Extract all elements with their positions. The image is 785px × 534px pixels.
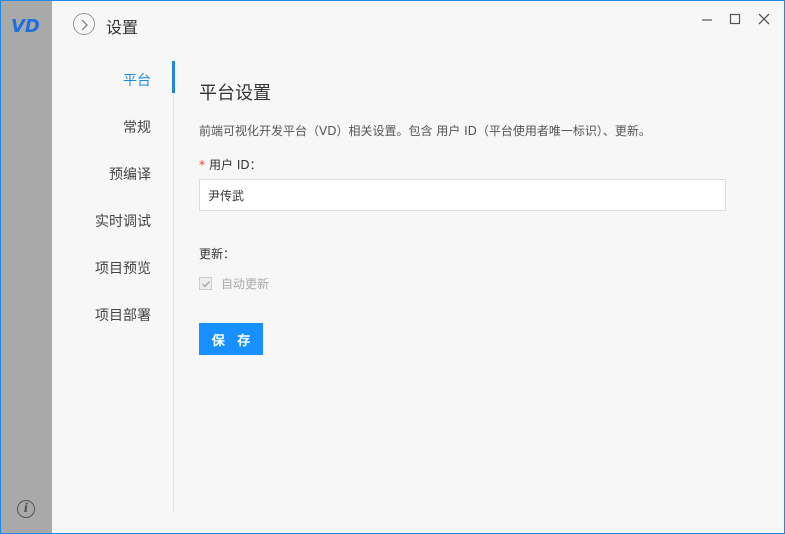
user-id-label: * 用户 ID： [199,156,262,173]
nav-item-live-debug[interactable]: 实时调试 [95,211,151,231]
close-icon[interactable] [756,11,772,27]
auto-update-label: 自动更新 [221,277,270,291]
minimize-icon[interactable] [699,11,715,27]
back-button[interactable] [73,13,95,35]
nav-item-project-deploy[interactable]: 项目部署 [95,305,151,325]
nav-item-precompile[interactable]: 预编译 [109,164,151,184]
nav-item-platform[interactable]: 平台 [123,70,151,90]
nav-item-general[interactable]: 常规 [123,117,151,137]
user-id-label-text: 用户 ID： [209,158,262,172]
info-icon[interactable]: i [17,500,35,518]
platform-settings-panel: 平台设置 前端可视化开发平台（VD）相关设置。包含 用户 ID（平台使用者唯一标… [199,79,759,355]
settings-nav: 平台 常规 预编译 实时调试 项目预览 项目部署 [52,61,175,513]
main-content: 设置 平台 常规 预编译 实时调试 项目预览 项目部署 平台设置 前端可视化开发… [52,1,784,533]
settings-window: VD i 设置 平台 常规 预编译 实时调试 项目预览 项目部署 平台设置 前端… [0,0,785,534]
save-button[interactable]: 保 存 [199,323,263,355]
auto-update-option[interactable]: 自动更新 [199,275,269,292]
nav-active-indicator [172,61,175,93]
checkmark-icon [202,281,211,288]
page-title: 设置 [106,18,139,37]
user-id-input[interactable] [199,179,726,211]
left-rail: VD i [1,1,52,533]
nav-item-project-preview[interactable]: 项目预览 [95,258,151,278]
auto-update-checkbox[interactable] [199,277,212,290]
svg-text:VD: VD [11,16,40,36]
panel-title: 平台设置 [199,83,271,104]
panel-description: 前端可视化开发平台（VD）相关设置。包含 用户 ID（平台使用者唯一标识）、更新… [199,124,651,138]
vd-logo: VD [11,16,40,36]
required-mark: * [199,158,205,172]
update-section-label: 更新： [199,247,236,261]
maximize-icon[interactable] [727,11,743,27]
chevron-right-icon [81,19,88,31]
